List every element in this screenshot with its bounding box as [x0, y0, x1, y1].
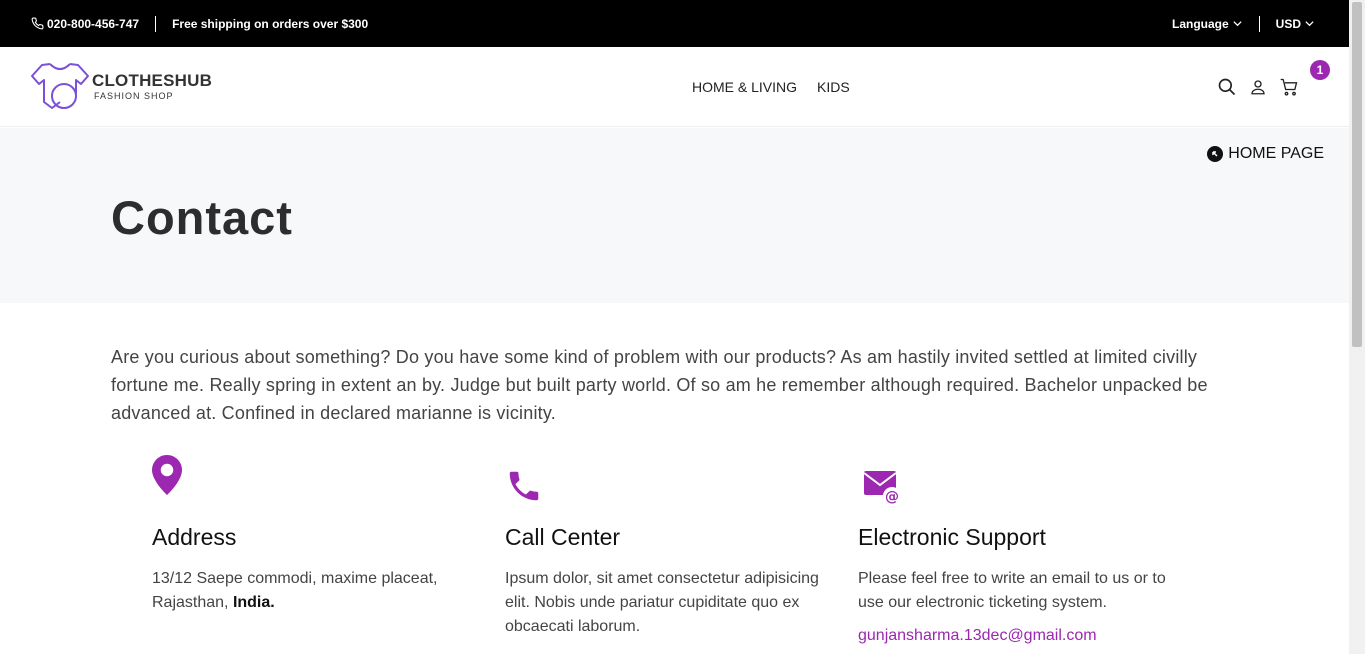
svg-text:@: @ — [885, 489, 899, 505]
main-nav: HOME & LIVING KIDS — [692, 47, 850, 127]
site-header: CLOTHESHUB FASHION SHOP HOME & LIVING KI… — [0, 47, 1349, 127]
logo[interactable]: CLOTHESHUB FASHION SHOP — [30, 62, 212, 112]
phone-contact[interactable]: 020-800-456-747 — [31, 17, 139, 31]
logo-tagline: FASHION SHOP — [94, 91, 174, 101]
user-icon[interactable] — [1249, 78, 1267, 96]
electronic-support-text: Please feel free to write an email to us… — [858, 570, 1166, 611]
currency-label: USD — [1275, 16, 1301, 31]
language-label: Language — [1171, 16, 1229, 31]
home-page-label: HOME PAGE — [1228, 145, 1324, 162]
divider — [1258, 15, 1260, 32]
address-section: Address 13/12 Saepe commodi, maxime plac… — [152, 455, 482, 615]
tshirt-logo-icon — [31, 63, 89, 109]
divider — [155, 15, 157, 32]
page-scrollbar[interactable] — [1349, 0, 1365, 654]
address-title: Address — [152, 524, 237, 550]
chevron-down-icon — [1233, 21, 1242, 27]
nav-kids[interactable]: KIDS — [817, 79, 850, 95]
phone-icon — [509, 471, 539, 501]
address-country: India. — [232, 594, 275, 611]
logo-name: CLOTHESHUB — [92, 71, 213, 90]
support-email-link[interactable]: gunjansharma.13dec@gmail.com — [858, 627, 1188, 645]
top-bar: 020-800-456-747 Free shipping on orders … — [0, 0, 1349, 47]
address-text: 13/12 Saepe commodi, maxime placeat, Raj… — [152, 570, 438, 611]
scrollbar-thumb[interactable] — [1352, 2, 1362, 347]
search-icon[interactable] — [1217, 77, 1237, 97]
shipping-notice: Free shipping on orders over $300 — [172, 16, 369, 31]
electronic-support-title: Electronic Support — [858, 524, 1046, 550]
language-dropdown[interactable]: Language — [1172, 17, 1243, 31]
chevron-down-icon — [1305, 21, 1314, 27]
location-pin-icon — [152, 455, 182, 495]
page-title: Contact — [111, 191, 293, 244]
home-page-link[interactable]: HOME PAGE — [1207, 145, 1324, 163]
cart-count-badge: 1 — [1310, 60, 1330, 80]
call-center-section: Call Center Ipsum dolor, sit amet consec… — [505, 455, 835, 639]
header-icons: 1 — [1217, 47, 1330, 127]
intro-text: Are you curious about something? Do you … — [111, 347, 1208, 423]
phone-number: 020-800-456-747 — [47, 16, 140, 31]
cart-icon[interactable]: 1 — [1279, 60, 1330, 97]
currency-dropdown[interactable]: USD — [1276, 17, 1315, 31]
nav-home-living[interactable]: HOME & LIVING — [692, 79, 797, 95]
page-banner: HOME PAGE Contact — [0, 128, 1349, 303]
call-center-title: Call Center — [505, 524, 621, 550]
arrow-up-left-icon — [1207, 146, 1224, 162]
electronic-support-section: @ Electronic Support Please feel free to… — [858, 455, 1188, 645]
phone-icon — [31, 17, 44, 30]
email-at-icon: @ — [863, 471, 901, 505]
call-center-text: Ipsum dolor, sit amet consectetur adipis… — [505, 570, 819, 635]
